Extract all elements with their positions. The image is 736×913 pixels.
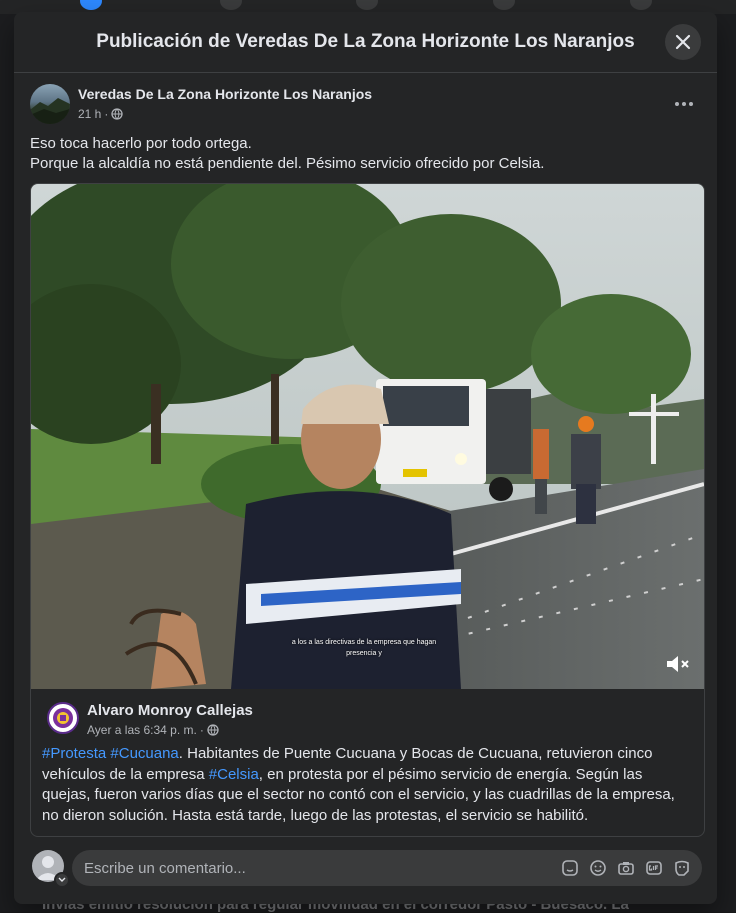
page-avatar[interactable] <box>30 84 70 124</box>
hashtag-link[interactable]: #Cucuana <box>110 745 178 762</box>
globe-icon <box>111 108 124 120</box>
shared-post-meta: Ayer a las 6:34 p. m. · <box>87 723 219 737</box>
post-time[interactable]: 21 h <box>78 107 101 121</box>
post-text-line: Porque la alcaldía no está pendiente del… <box>30 155 545 172</box>
meta-separator: · <box>104 107 109 121</box>
nav-video-icon[interactable] <box>356 0 378 10</box>
emoji-icon[interactable] <box>588 858 608 878</box>
camera-icon[interactable] <box>616 858 636 878</box>
shared-author-name[interactable]: Alvaro Monroy Callejas <box>87 702 253 719</box>
gif-icon[interactable] <box>644 858 664 878</box>
hashtag-link[interactable]: #Protesta <box>42 745 106 762</box>
modal-header: Publicación de Veredas De La Zona Horizo… <box>14 12 717 73</box>
meta-separator: · <box>199 723 204 737</box>
comment-input[interactable]: Escribe un comentario... <box>72 850 702 886</box>
hashtag-link[interactable]: #Celsia <box>209 766 259 783</box>
video-caption: a los a las directivas de la empresa que… <box>291 639 437 657</box>
avatar-sticker-icon[interactable] <box>672 858 692 878</box>
comment-composer: Escribe un comentario... <box>32 850 702 888</box>
nav-gaming-icon[interactable] <box>630 0 652 10</box>
more-dots-icon <box>675 102 693 106</box>
shared-post-card[interactable]: a los a las directivas de la empresa que… <box>30 183 705 837</box>
more-options-button[interactable] <box>669 92 699 116</box>
post-author-name[interactable]: Veredas De La Zona Horizonte Los Naranjo… <box>78 86 372 102</box>
post-text-line: Eso toca hacerlo por todo ortega. <box>30 135 252 152</box>
avatar-dropdown-badge[interactable] <box>54 872 70 888</box>
nav-friends-icon[interactable] <box>220 0 242 10</box>
shared-author-avatar[interactable] <box>47 702 79 734</box>
post-header: Veredas De La Zona Horizonte Los Naranjo… <box>30 84 701 128</box>
post-meta: 21 h · <box>78 107 124 121</box>
globe-icon <box>207 724 219 736</box>
shared-post-text: #Protesta #Cucuana. Habitantes de Puente… <box>42 744 692 826</box>
post-text: Eso toca hacerlo por todo ortega. Porque… <box>30 134 701 174</box>
video-frame-image <box>31 184 704 689</box>
shared-post-time[interactable]: Ayer a las 6:34 p. m. <box>87 723 197 737</box>
close-icon <box>675 34 691 50</box>
comment-toolbar <box>560 858 692 878</box>
chevron-down-icon <box>58 877 66 882</box>
sticker-icon[interactable] <box>560 858 580 878</box>
modal-title: Publicación de Veredas De La Zona Horizo… <box>96 31 635 52</box>
post-modal: Publicación de Veredas De La Zona Horizo… <box>14 12 717 904</box>
nav-home-icon[interactable] <box>80 0 102 10</box>
shared-post-header: Alvaro Monroy Callejas Ayer a las 6:34 p… <box>47 702 688 742</box>
mute-button[interactable] <box>664 653 690 675</box>
close-button[interactable] <box>665 24 701 60</box>
nav-groups-icon[interactable] <box>493 0 515 10</box>
comment-placeholder: Escribe un comentario... <box>84 859 246 877</box>
speaker-muted-icon <box>667 656 689 672</box>
video-player[interactable]: a los a las directivas de la empresa que… <box>31 184 704 689</box>
